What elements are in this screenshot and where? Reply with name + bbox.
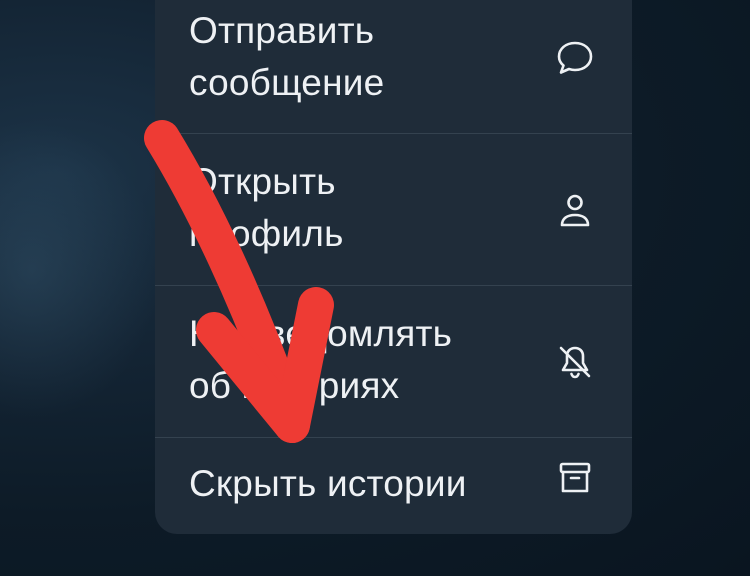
- menu-item-label: Отправить сообщение: [189, 10, 385, 103]
- menu-item-label: Не уведомлять об историях: [189, 313, 453, 406]
- menu-item-label: Открыть профиль: [189, 161, 344, 254]
- menu-item-send-message[interactable]: Отправить сообщение: [155, 0, 632, 134]
- menu-item-hide-stories[interactable]: Скрыть истории: [155, 438, 632, 534]
- bell-off-icon: [555, 342, 595, 382]
- menu-item-mute-stories[interactable]: Не уведомлять об историях: [155, 286, 632, 438]
- menu-item-open-profile[interactable]: Открыть профиль: [155, 134, 632, 286]
- context-menu: Отправить сообщение Открыть профиль Не у…: [155, 0, 632, 534]
- archive-box-icon: [555, 458, 595, 498]
- menu-item-label: Скрыть истории: [189, 463, 467, 504]
- person-icon: [555, 190, 595, 230]
- background-blur: [0, 120, 160, 420]
- message-bubble-icon: [555, 38, 595, 78]
